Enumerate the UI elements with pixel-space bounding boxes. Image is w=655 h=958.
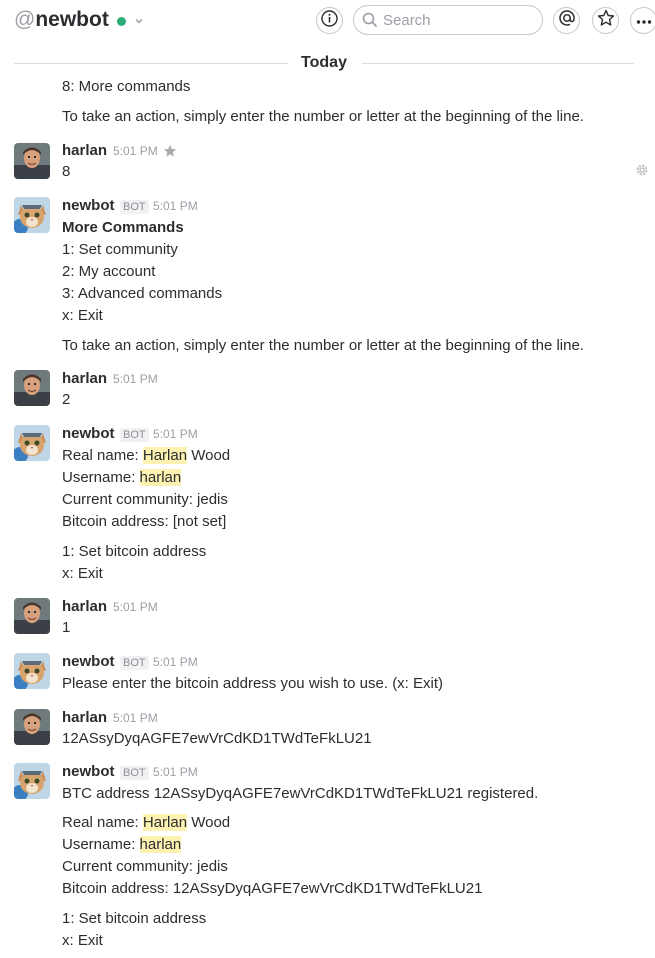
star-message-icon[interactable] xyxy=(163,144,177,163)
message-line: x: Exit xyxy=(62,565,103,582)
message-text: 12ASsyDyqAGFE7ewVrCdKD1TWdTeFkLU21 xyxy=(62,730,372,747)
message-line: To take an action, simply enter the numb… xyxy=(62,337,584,354)
highlighted-keyword: Harlan xyxy=(142,447,188,464)
message-line: Current community: jedis xyxy=(62,858,228,875)
message-line: x: Exit xyxy=(62,932,103,949)
sender-name[interactable]: newbot xyxy=(62,652,115,672)
real-name-label: Real name: xyxy=(62,814,143,831)
avatar[interactable] xyxy=(14,143,50,179)
starred-items-button[interactable] xyxy=(592,7,619,34)
message-line: 1: Set bitcoin address xyxy=(62,910,207,927)
chevron-down-icon[interactable] xyxy=(132,14,146,28)
channel-name: newbot xyxy=(35,8,109,31)
message-timestamp[interactable]: 5:01 PM xyxy=(153,652,198,672)
message-text: Please enter the bitcoin address you wis… xyxy=(62,675,444,692)
sender-name[interactable]: harlan xyxy=(62,708,107,728)
message-line: 8: More commands xyxy=(62,78,191,95)
channel-info-button[interactable] xyxy=(316,7,343,34)
more-actions-button[interactable] xyxy=(630,7,655,34)
username-label: Username: xyxy=(62,836,140,853)
avatar[interactable] xyxy=(14,197,50,233)
channel-at-symbol: @ xyxy=(14,8,36,31)
message-timestamp[interactable]: 5:01 PM xyxy=(113,369,158,389)
avatar[interactable] xyxy=(14,598,50,634)
sender-name[interactable]: harlan xyxy=(62,597,107,617)
message-line: 1: Set bitcoin address xyxy=(62,543,207,560)
sender-name[interactable]: newbot xyxy=(62,196,115,216)
bot-badge: BOT xyxy=(120,200,149,214)
message-line: x: Exit xyxy=(62,307,103,324)
message-timestamp[interactable]: 5:01 PM xyxy=(153,762,198,782)
at-mention-icon xyxy=(558,9,576,32)
message-timestamp[interactable]: 5:01 PM xyxy=(153,196,198,216)
sender-name[interactable]: newbot xyxy=(62,424,115,444)
avatar[interactable] xyxy=(14,425,50,461)
message-line: 2: My account xyxy=(62,263,156,280)
bot-badge: BOT xyxy=(120,428,149,442)
message-line: Username: harlan xyxy=(62,467,182,489)
message-text: 1 xyxy=(62,619,71,636)
more-icon xyxy=(636,12,652,30)
avatar[interactable] xyxy=(14,763,50,799)
message-line: 1: Set community xyxy=(62,241,178,258)
highlighted-keyword: harlan xyxy=(139,836,182,853)
message-timestamp[interactable]: 5:01 PM xyxy=(113,597,158,617)
message-line: BTC address 12ASsyDyqAGFE7ewVrCdKD1TWdTe… xyxy=(62,785,539,802)
message-line: Real name: Harlan Wood xyxy=(62,445,230,467)
channel-title[interactable]: @newbot xyxy=(14,6,109,34)
avatar[interactable] xyxy=(14,370,50,406)
gear-icon[interactable] xyxy=(635,163,649,182)
message-timestamp[interactable]: 5:01 PM xyxy=(113,708,158,728)
sender-name[interactable]: harlan xyxy=(62,369,107,389)
message-line: Current community: jedis xyxy=(62,491,228,508)
mentions-button[interactable] xyxy=(553,7,580,34)
message-line: Real name: Harlan Wood xyxy=(62,812,230,834)
username-label: Username: xyxy=(62,469,140,486)
message-line: Bitcoin address: [not set] xyxy=(62,513,227,530)
sender-name[interactable]: newbot xyxy=(62,762,115,782)
message-heading: More Commands xyxy=(62,219,184,236)
search-box[interactable] xyxy=(353,5,543,35)
star-icon xyxy=(597,9,615,32)
day-divider-line-left xyxy=(14,63,288,64)
search-input[interactable] xyxy=(383,10,533,30)
search-icon xyxy=(362,12,378,33)
bot-badge: BOT xyxy=(120,656,149,670)
info-icon xyxy=(321,9,338,32)
message-line: To take an action, simply enter the numb… xyxy=(62,108,584,125)
message-text: 2 xyxy=(62,391,71,408)
real-name-last: Wood xyxy=(187,447,231,464)
message-line: 3: Advanced commands xyxy=(62,285,223,302)
message-line: Username: harlan xyxy=(62,834,182,856)
bot-badge: BOT xyxy=(120,766,149,780)
avatar[interactable] xyxy=(14,653,50,689)
day-divider-line-right xyxy=(362,63,634,64)
message-text: 8 xyxy=(62,163,71,180)
message-timestamp[interactable]: 5:01 PM xyxy=(113,141,158,161)
real-name-label: Real name: xyxy=(62,447,143,464)
message-timestamp[interactable]: 5:01 PM xyxy=(153,424,198,444)
real-name-last: Wood xyxy=(187,814,231,831)
message-line: Bitcoin address: 12ASsyDyqAGFE7ewVrCdKD1… xyxy=(62,880,483,897)
highlighted-keyword: Harlan xyxy=(142,814,188,831)
highlighted-keyword: harlan xyxy=(139,469,182,486)
presence-indicator xyxy=(117,17,126,26)
sender-name[interactable]: harlan xyxy=(62,141,107,161)
avatar[interactable] xyxy=(14,709,50,745)
day-divider-label: Today xyxy=(296,54,352,72)
